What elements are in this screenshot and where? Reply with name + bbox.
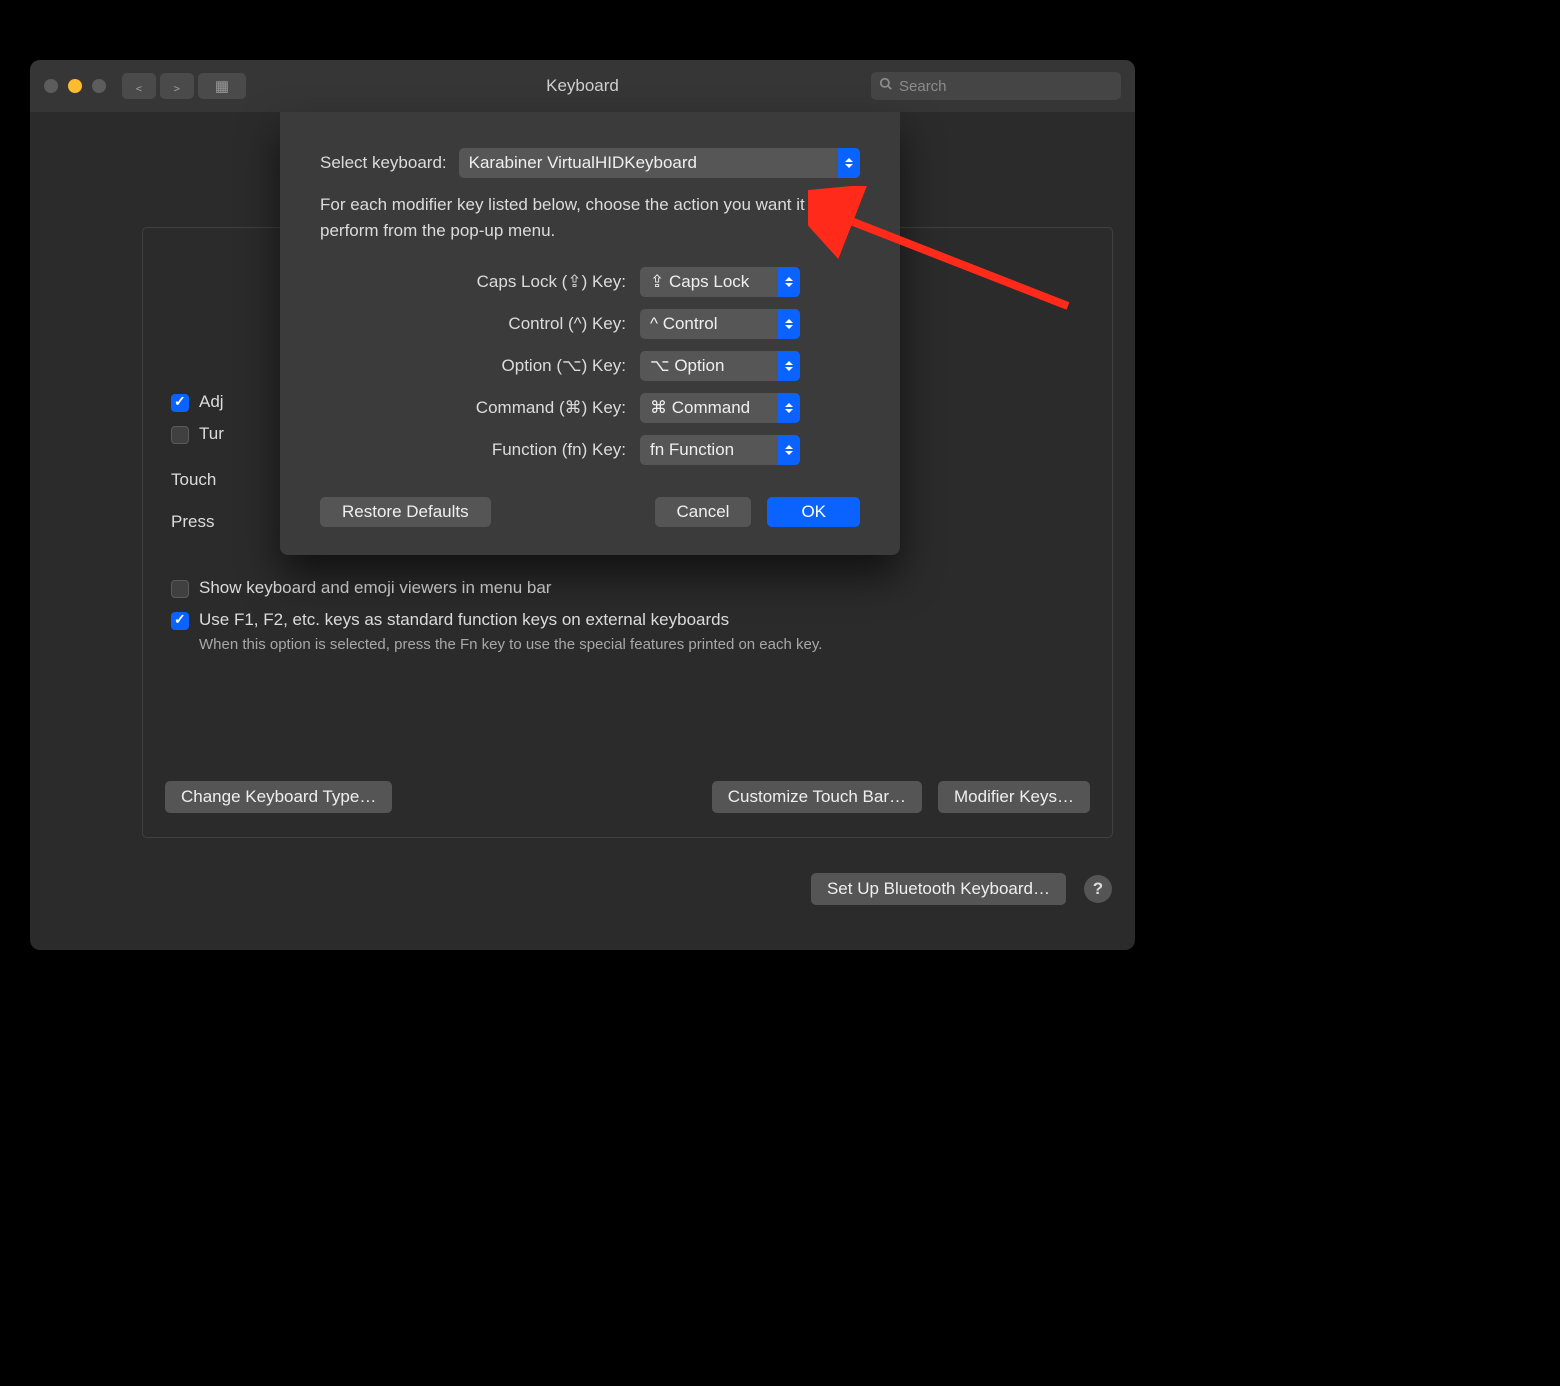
popup-stepper-icon — [778, 393, 800, 423]
change-keyboard-type-button[interactable]: Change Keyboard Type… — [165, 781, 392, 813]
option-value: ⌥ Option — [650, 356, 724, 376]
setup-row: Set Up Bluetooth Keyboard… ? — [811, 873, 1112, 905]
popup-stepper-icon — [778, 309, 800, 339]
cancel-button[interactable]: Cancel — [655, 497, 752, 527]
show-viewers-checkbox[interactable] — [171, 580, 189, 598]
control-label: Control (^) Key: — [400, 314, 626, 334]
adjust-brightness-checkbox[interactable] — [171, 394, 189, 412]
function-label: Function (fn) Key: — [400, 440, 626, 460]
modifier-keys-button[interactable]: Modifier Keys… — [938, 781, 1090, 813]
customize-touchbar-button[interactable]: Customize Touch Bar… — [712, 781, 922, 813]
back-button[interactable]: ﹤ — [122, 73, 156, 99]
command-label: Command (⌘) Key: — [400, 398, 626, 418]
popup-stepper-icon — [838, 148, 860, 178]
restore-defaults-button[interactable]: Restore Defaults — [320, 497, 491, 527]
ok-button[interactable]: OK — [767, 497, 860, 527]
turn-off-label: Tur — [199, 424, 224, 444]
zoom-window-icon[interactable] — [92, 79, 106, 93]
select-keyboard-row: Select keyboard: Karabiner VirtualHIDKey… — [320, 148, 860, 178]
option-label: Option (⌥) Key: — [400, 356, 626, 376]
command-popup[interactable]: ⌘ Command — [640, 393, 800, 423]
capslock-label: Caps Lock (⇪) Key: — [400, 272, 626, 292]
search-field[interactable]: Search — [871, 72, 1121, 100]
chevron-right-icon: ﹥ — [169, 76, 184, 97]
adjust-brightness-label: Adj — [199, 392, 224, 412]
popup-stepper-icon — [778, 435, 800, 465]
popup-stepper-icon — [778, 267, 800, 297]
modifier-keys-grid: Caps Lock (⇪) Key: ⇪ Caps Lock Control (… — [400, 267, 800, 465]
turn-off-checkbox[interactable] — [171, 426, 189, 444]
help-button[interactable]: ? — [1084, 875, 1112, 903]
show-viewers-row: Show keyboard and emoji viewers in menu … — [171, 578, 1084, 598]
command-value: ⌘ Command — [650, 398, 750, 418]
control-popup[interactable]: ^ Control — [640, 309, 800, 339]
grid-icon: ▦ — [215, 77, 229, 95]
close-window-icon[interactable] — [44, 79, 58, 93]
use-fkeys-checkbox[interactable] — [171, 612, 189, 630]
show-viewers-label: Show keyboard and emoji viewers in menu … — [199, 578, 551, 598]
modifier-keys-sheet: Select keyboard: Karabiner VirtualHIDKey… — [280, 112, 900, 555]
search-icon — [879, 77, 893, 95]
option-popup[interactable]: ⌥ Option — [640, 351, 800, 381]
sheet-description: For each modifier key listed below, choo… — [320, 192, 860, 243]
control-value: ^ Control — [650, 314, 718, 334]
toolbar-nav: ﹤ ﹥ ▦ — [122, 73, 246, 99]
panel-bottom-left-buttons: Change Keyboard Type… — [165, 781, 392, 813]
search-placeholder: Search — [899, 78, 947, 95]
use-fkeys-label: Use F1, F2, etc. keys as standard functi… — [199, 610, 729, 630]
show-all-button[interactable]: ▦ — [198, 73, 246, 99]
preferences-window: ﹤ ﹥ ▦ Keyboard Search Adj — [30, 60, 1135, 950]
select-keyboard-popup[interactable]: Karabiner VirtualHIDKeyboard — [459, 148, 860, 178]
use-fkeys-subtext: When this option is selected, press the … — [199, 636, 1084, 653]
capslock-value: ⇪ Caps Lock — [650, 272, 749, 292]
use-fkeys-row: Use F1, F2, etc. keys as standard functi… — [171, 610, 1084, 630]
panel-bottom-right-buttons: Customize Touch Bar… Modifier Keys… — [712, 781, 1090, 813]
chevron-left-icon: ﹤ — [131, 76, 146, 97]
function-popup[interactable]: fn Function — [640, 435, 800, 465]
minimize-window-icon[interactable] — [68, 79, 82, 93]
setup-bluetooth-keyboard-button[interactable]: Set Up Bluetooth Keyboard… — [811, 873, 1066, 905]
forward-button[interactable]: ﹥ — [160, 73, 194, 99]
function-value: fn Function — [650, 440, 734, 460]
capslock-popup[interactable]: ⇪ Caps Lock — [640, 267, 800, 297]
window-controls — [44, 79, 106, 93]
select-keyboard-value: Karabiner VirtualHIDKeyboard — [469, 153, 697, 173]
select-keyboard-label: Select keyboard: — [320, 153, 459, 173]
titlebar: ﹤ ﹥ ▦ Keyboard Search — [30, 60, 1135, 112]
popup-stepper-icon — [778, 351, 800, 381]
sheet-button-row: Restore Defaults Cancel OK — [320, 497, 860, 527]
